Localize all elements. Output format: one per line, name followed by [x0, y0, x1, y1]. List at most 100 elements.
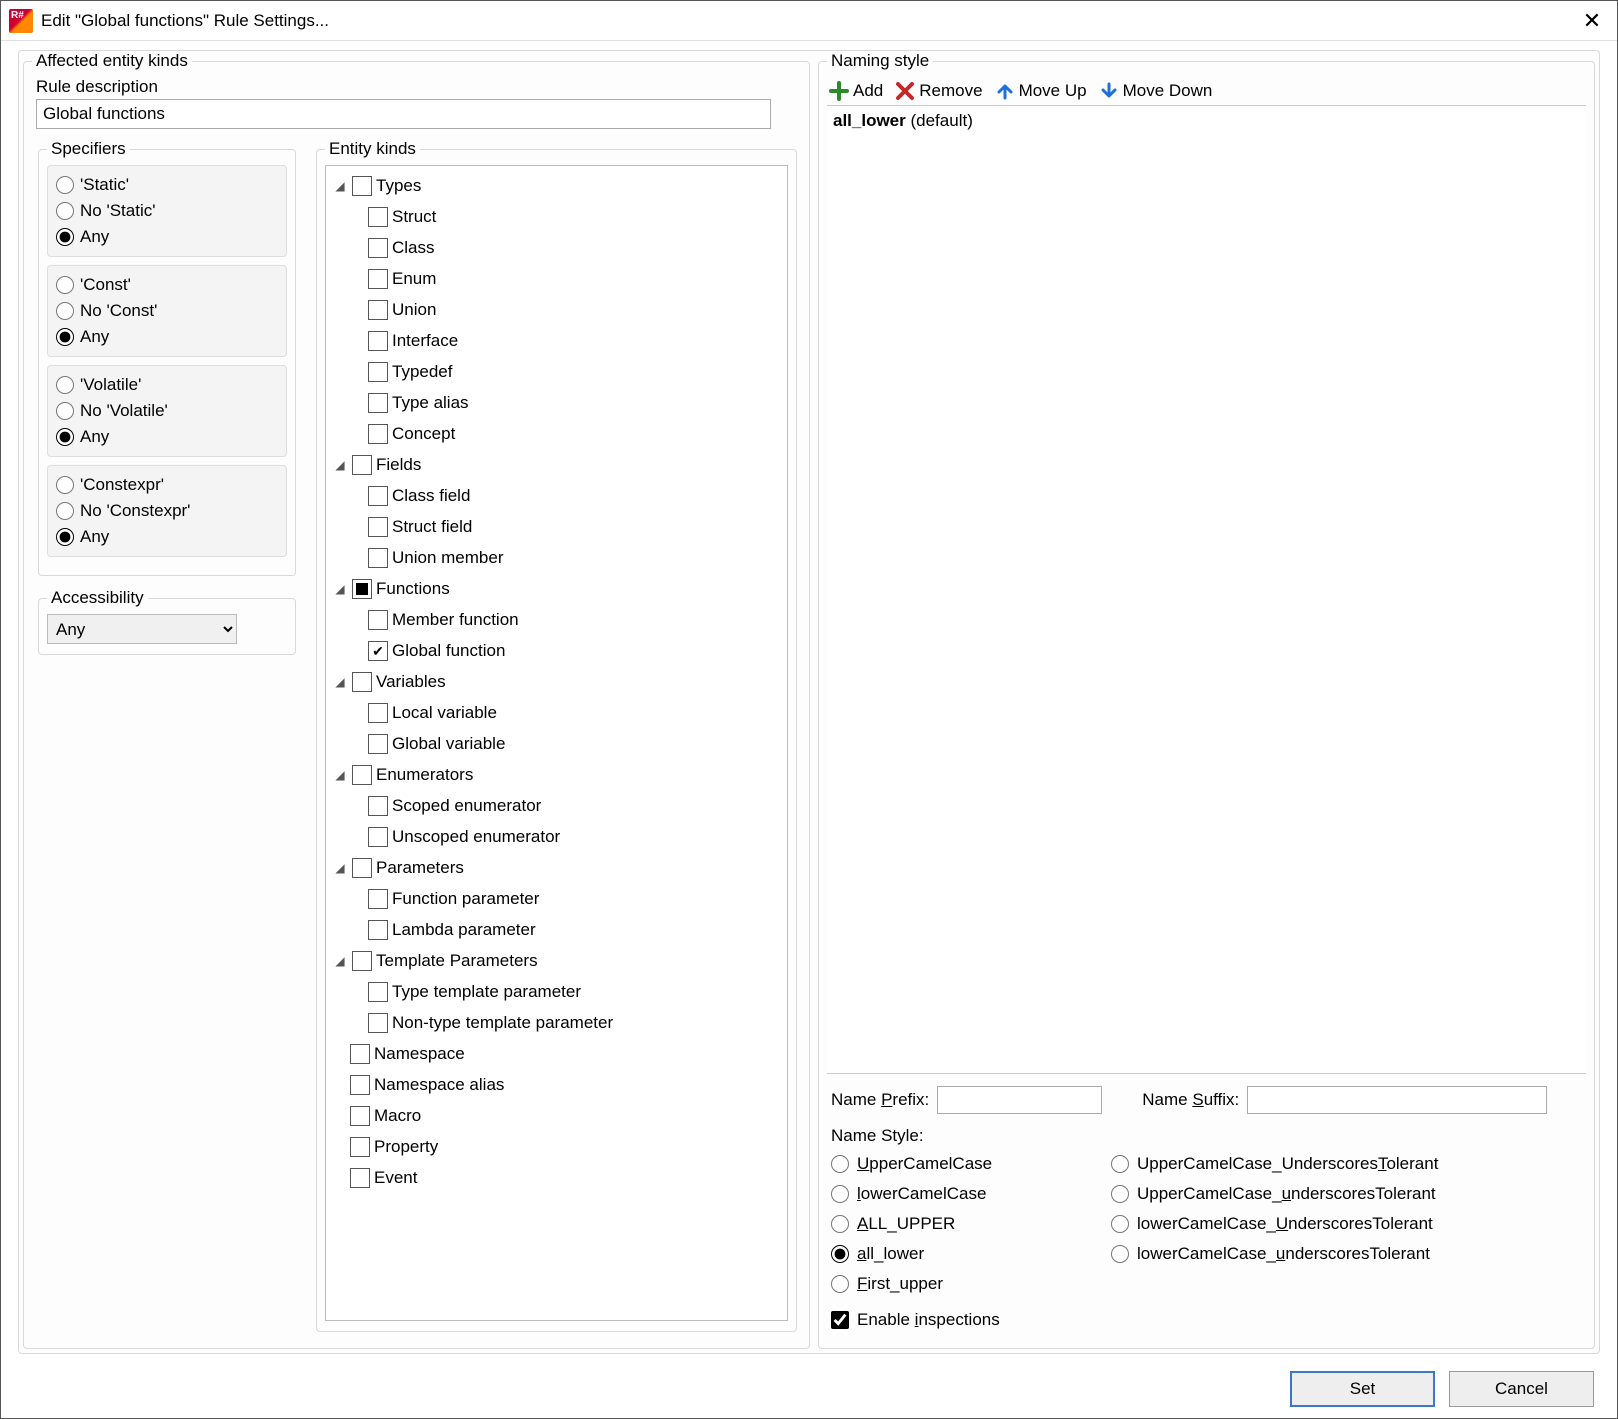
- name-style-option[interactable]: UpperCamelCase_underscoresTolerant: [1111, 1184, 1582, 1204]
- tree-node[interactable]: Local variable: [332, 697, 781, 728]
- rule-description-input[interactable]: [36, 99, 771, 129]
- tree-checkbox[interactable]: [368, 362, 388, 382]
- tree-checkbox[interactable]: [368, 548, 388, 568]
- specifier-radio[interactable]: [56, 528, 74, 546]
- tree-node[interactable]: ◢Enumerators: [332, 759, 781, 790]
- name-style-option[interactable]: lowerCamelCase_UnderscoresTolerant: [1111, 1214, 1582, 1234]
- tree-node[interactable]: Global variable: [332, 728, 781, 759]
- tree-node[interactable]: Struct: [332, 201, 781, 232]
- tree-checkbox[interactable]: [368, 734, 388, 754]
- name-style-radio[interactable]: [1111, 1185, 1129, 1203]
- tree-checkbox[interactable]: [352, 765, 372, 785]
- tree-checkbox[interactable]: [352, 579, 372, 599]
- tree-checkbox[interactable]: [350, 1106, 370, 1126]
- tree-node[interactable]: Lambda parameter: [332, 914, 781, 945]
- tree-checkbox[interactable]: [350, 1137, 370, 1157]
- tree-checkbox[interactable]: [368, 641, 388, 661]
- tree-checkbox[interactable]: [368, 827, 388, 847]
- tree-checkbox[interactable]: [352, 455, 372, 475]
- tree-checkbox[interactable]: [368, 300, 388, 320]
- tree-checkbox[interactable]: [368, 238, 388, 258]
- tree-checkbox[interactable]: [350, 1044, 370, 1064]
- tree-node[interactable]: Class: [332, 232, 781, 263]
- close-icon[interactable]: ✕: [1577, 8, 1607, 34]
- set-button[interactable]: Set: [1290, 1371, 1435, 1407]
- expander-icon[interactable]: ◢: [332, 861, 348, 875]
- specifier-radio[interactable]: [56, 376, 74, 394]
- naming-style-item[interactable]: all_lower (default): [831, 110, 1582, 132]
- tree-checkbox[interactable]: [368, 207, 388, 227]
- tree-checkbox[interactable]: [368, 610, 388, 630]
- name-style-radio[interactable]: [831, 1185, 849, 1203]
- tree-checkbox[interactable]: [368, 486, 388, 506]
- tree-checkbox[interactable]: [368, 517, 388, 537]
- tree-checkbox[interactable]: [368, 889, 388, 909]
- name-style-option[interactable]: all_lower: [831, 1244, 1111, 1264]
- tree-node[interactable]: ◢Parameters: [332, 852, 781, 883]
- name-style-option[interactable]: lowerCamelCase: [831, 1184, 1111, 1204]
- tree-node[interactable]: Interface: [332, 325, 781, 356]
- name-style-option[interactable]: First_upper: [831, 1274, 1111, 1294]
- tree-checkbox[interactable]: [368, 1013, 388, 1033]
- name-style-radio[interactable]: [831, 1245, 849, 1263]
- tree-node[interactable]: Class field: [332, 480, 781, 511]
- add-button[interactable]: Add: [829, 81, 883, 101]
- tree-node[interactable]: ◢Template Parameters: [332, 945, 781, 976]
- tree-node[interactable]: Union member: [332, 542, 781, 573]
- name-style-radio[interactable]: [831, 1215, 849, 1233]
- tree-node[interactable]: Macro: [332, 1100, 781, 1131]
- specifier-radio[interactable]: [56, 302, 74, 320]
- tree-node[interactable]: Typedef: [332, 356, 781, 387]
- specifier-radio[interactable]: [56, 228, 74, 246]
- tree-checkbox[interactable]: [368, 982, 388, 1002]
- tree-node[interactable]: ◢Functions: [332, 573, 781, 604]
- tree-node[interactable]: Property: [332, 1131, 781, 1162]
- name-style-option[interactable]: UpperCamelCase_UnderscoresTolerant: [1111, 1154, 1582, 1174]
- expander-icon[interactable]: ◢: [332, 768, 348, 782]
- tree-node[interactable]: Global function: [332, 635, 781, 666]
- tree-node[interactable]: ◢Variables: [332, 666, 781, 697]
- tree-checkbox[interactable]: [352, 858, 372, 878]
- expander-icon[interactable]: ◢: [332, 675, 348, 689]
- expander-icon[interactable]: ◢: [332, 954, 348, 968]
- tree-checkbox[interactable]: [368, 424, 388, 444]
- specifier-radio[interactable]: [56, 328, 74, 346]
- specifier-radio[interactable]: [56, 476, 74, 494]
- name-style-option[interactable]: UpperCamelCase: [831, 1154, 1111, 1174]
- tree-checkbox[interactable]: [368, 331, 388, 351]
- name-prefix-input[interactable]: [937, 1086, 1102, 1114]
- name-style-radio[interactable]: [831, 1275, 849, 1293]
- tree-checkbox[interactable]: [368, 393, 388, 413]
- name-suffix-input[interactable]: [1247, 1086, 1547, 1114]
- specifier-radio[interactable]: [56, 428, 74, 446]
- tree-node[interactable]: Struct field: [332, 511, 781, 542]
- specifier-radio[interactable]: [56, 202, 74, 220]
- tree-node[interactable]: Non-type template parameter: [332, 1007, 781, 1038]
- tree-node[interactable]: Function parameter: [332, 883, 781, 914]
- cancel-button[interactable]: Cancel: [1449, 1371, 1594, 1407]
- naming-style-list[interactable]: all_lower (default): [827, 105, 1586, 1074]
- accessibility-select[interactable]: Any: [47, 614, 237, 644]
- tree-node[interactable]: Enum: [332, 263, 781, 294]
- tree-node[interactable]: Namespace alias: [332, 1069, 781, 1100]
- tree-node[interactable]: Scoped enumerator: [332, 790, 781, 821]
- tree-checkbox[interactable]: [352, 951, 372, 971]
- specifier-radio[interactable]: [56, 502, 74, 520]
- tree-node[interactable]: Concept: [332, 418, 781, 449]
- tree-node[interactable]: Type alias: [332, 387, 781, 418]
- tree-node[interactable]: Type template parameter: [332, 976, 781, 1007]
- entity-kinds-tree[interactable]: ◢TypesStructClassEnumUnionInterfaceTyped…: [325, 165, 788, 1321]
- tree-node[interactable]: ◢Types: [332, 170, 781, 201]
- tree-checkbox[interactable]: [368, 703, 388, 723]
- name-style-option[interactable]: lowerCamelCase_underscoresTolerant: [1111, 1244, 1582, 1264]
- specifier-radio[interactable]: [56, 276, 74, 294]
- tree-node[interactable]: Member function: [332, 604, 781, 635]
- remove-button[interactable]: Remove: [895, 81, 982, 101]
- move-down-button[interactable]: Move Down: [1099, 81, 1213, 101]
- name-style-radio[interactable]: [1111, 1155, 1129, 1173]
- specifier-radio[interactable]: [56, 402, 74, 420]
- enable-inspections-checkbox[interactable]: [831, 1311, 849, 1329]
- expander-icon[interactable]: ◢: [332, 582, 348, 596]
- tree-checkbox[interactable]: [368, 920, 388, 940]
- tree-node[interactable]: Event: [332, 1162, 781, 1193]
